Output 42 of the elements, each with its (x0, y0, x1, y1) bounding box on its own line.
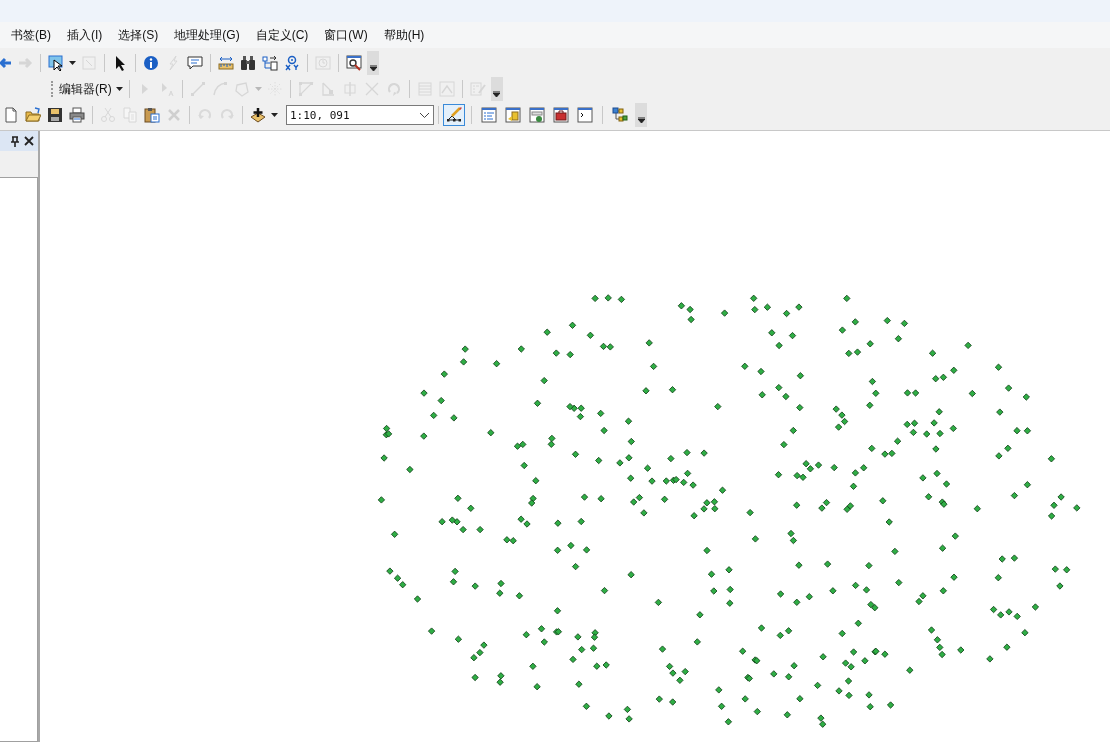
menu-item[interactable]: 窗口(W) (317, 26, 375, 44)
list-window-icon[interactable] (481, 107, 497, 123)
speech-bubble-icon[interactable] (187, 55, 203, 71)
editor-menu[interactable]: 编辑器(R) (57, 80, 114, 98)
toolbar-overflow-button[interactable] (635, 103, 647, 127)
binoculars-icon[interactable] (240, 55, 256, 71)
overflow-icon (637, 117, 645, 123)
new-document-icon[interactable] (3, 107, 19, 123)
xy-icon[interactable] (284, 55, 300, 71)
scale-field[interactable]: 1:10, 091 (286, 105, 434, 125)
select-features-icon[interactable] (48, 55, 64, 71)
menu-item[interactable]: 插入(I) (60, 26, 110, 44)
menu-item[interactable]: 地理处理(G) (167, 26, 247, 44)
search-window-icon[interactable] (529, 107, 545, 123)
add-data-icon[interactable] (250, 107, 266, 123)
printer-icon[interactable] (69, 107, 85, 123)
caret-icon[interactable] (271, 113, 278, 117)
overflow-icon (493, 91, 501, 97)
info-icon[interactable] (143, 55, 159, 71)
magnifier-window-icon[interactable] (346, 55, 362, 71)
python-window-icon[interactable] (577, 107, 593, 123)
menu-item[interactable]: 自定义(C) (248, 26, 316, 44)
menu-item[interactable]: 帮助(H) (376, 26, 432, 44)
pin-icon[interactable] (10, 135, 20, 147)
ruler-icon[interactable] (218, 55, 234, 71)
toolbar-overflow-button[interactable] (490, 77, 503, 101)
menu-item[interactable]: 书签(B) (4, 26, 58, 44)
toolbar-grip[interactable] (51, 81, 54, 97)
caret-icon[interactable] (115, 87, 123, 91)
save-icon[interactable] (47, 107, 63, 123)
open-folder-icon[interactable] (25, 107, 41, 123)
toolbar-overflow-button[interactable] (367, 51, 379, 75)
paste-icon[interactable] (144, 107, 160, 123)
overflow-icon (369, 65, 377, 71)
menu-item[interactable]: 选择(S) (111, 26, 166, 44)
model-builder-icon[interactable] (612, 107, 628, 123)
route-icon[interactable] (262, 55, 278, 71)
toolbox-window-icon[interactable] (553, 107, 569, 123)
close-icon[interactable] (24, 136, 34, 146)
caret-icon[interactable] (69, 61, 76, 65)
catalog-window-icon[interactable] (505, 107, 521, 123)
dropdown-chevron-icon[interactable] (420, 112, 429, 118)
